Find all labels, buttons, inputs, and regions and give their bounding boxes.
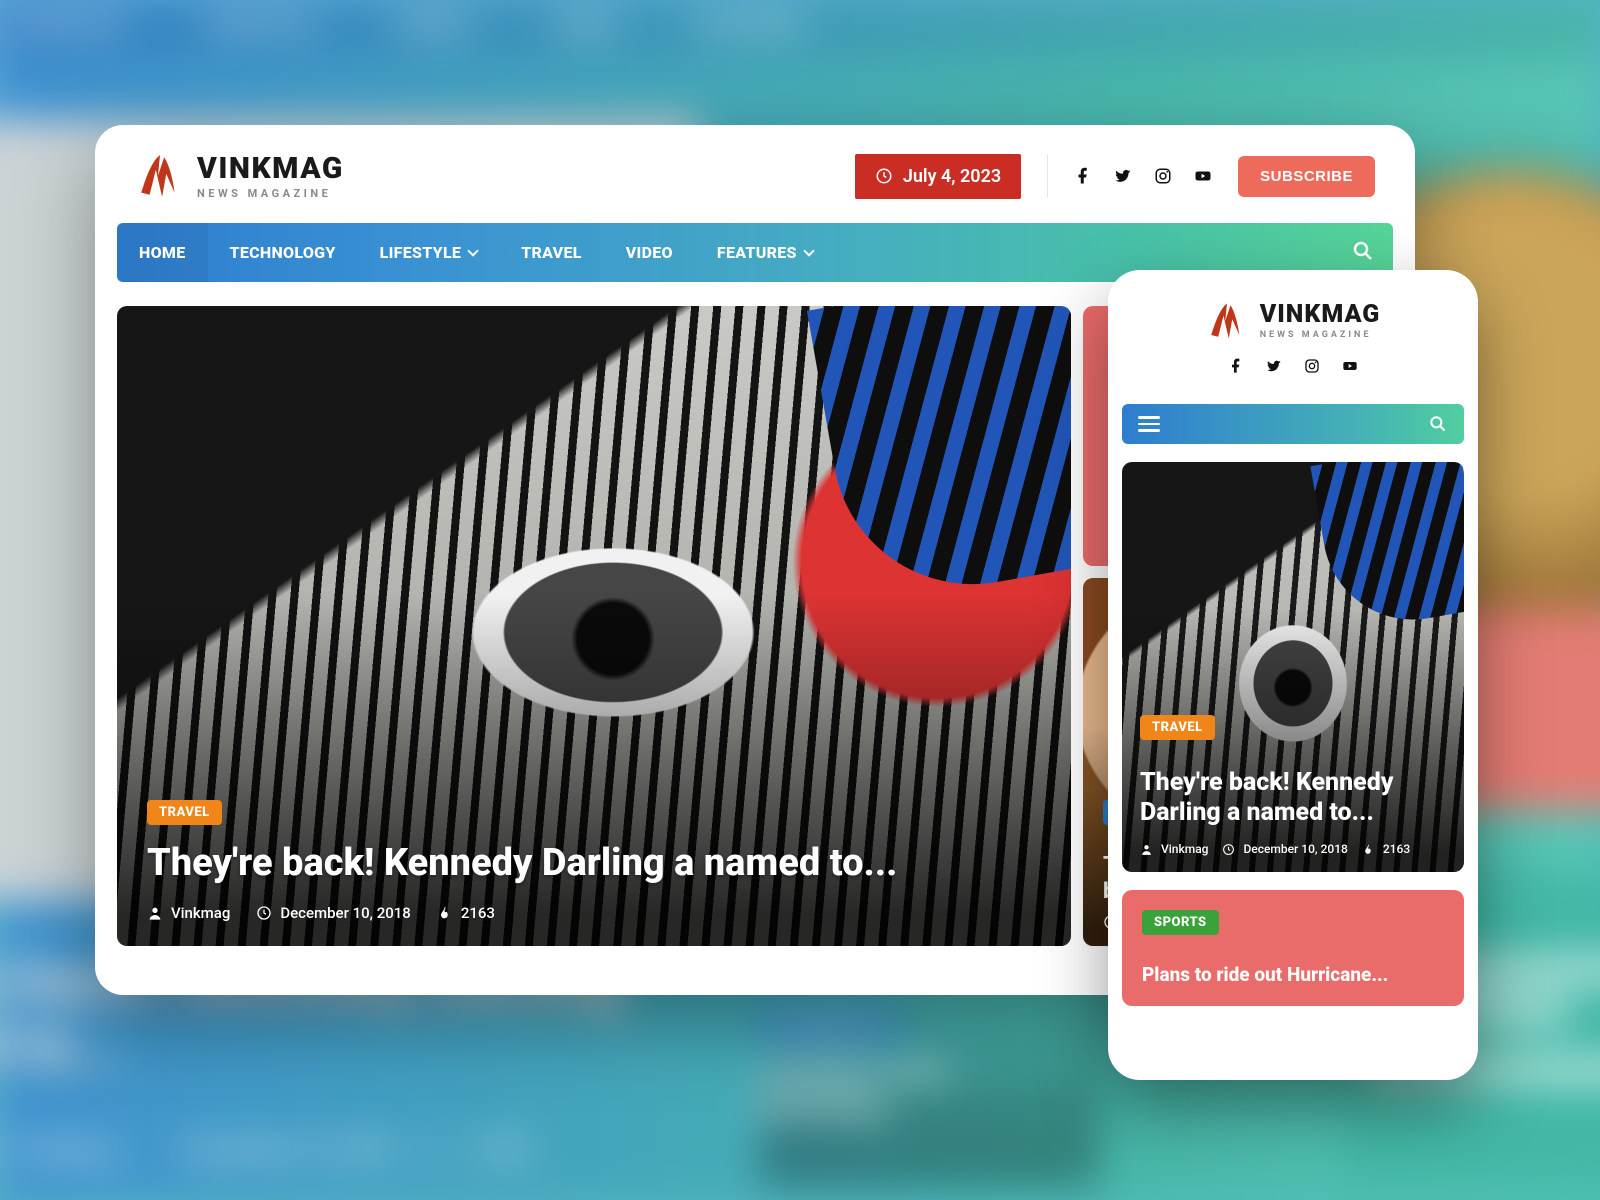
bg-nav: CHNOLOGYLIFESTYLE TRAVELVIDEO FEATURES — [0, 0, 1600, 60]
twitter-icon[interactable] — [1266, 358, 1282, 374]
user-icon — [1140, 843, 1153, 856]
brand-name: VINKMAG — [1260, 302, 1381, 327]
chevron-down-icon — [468, 245, 479, 256]
clock-icon — [875, 167, 893, 185]
divider — [1047, 155, 1048, 197]
subscribe-button[interactable]: SUBSCRIBE — [1238, 156, 1375, 197]
user-icon — [147, 905, 163, 921]
social-links — [1074, 167, 1212, 185]
bg-tech-card: TECHNOLOGY Tourism in Dubooming... — [760, 1010, 1100, 1190]
mobile-hero-meta: Vinkmag December 10, 2018 2163 — [1140, 842, 1446, 856]
hero-card[interactable]: TRAVEL They're back! Kennedy Darling a n… — [117, 306, 1071, 946]
header: VINKMAG NEWS MAGAZINE July 4, 2023 SUBSC… — [95, 125, 1415, 223]
category-tag-travel[interactable]: TRAVEL — [147, 800, 222, 825]
instagram-icon[interactable] — [1304, 358, 1320, 374]
category-tag-travel[interactable]: TRAVEL — [1140, 715, 1215, 740]
brand-name: VINKMAG — [197, 154, 344, 184]
date-badge: July 4, 2023 — [855, 154, 1021, 199]
mobile-hero-title: They're back! Kennedy Darling a named to… — [1140, 768, 1446, 828]
nav-features[interactable]: FEATURES — [695, 223, 835, 282]
clock-icon — [1222, 843, 1235, 856]
flame-icon — [1362, 843, 1375, 856]
mobile-navbar — [1122, 404, 1464, 444]
mobile-hero-card[interactable]: TRAVEL They're back! Kennedy Darling a n… — [1122, 462, 1464, 872]
search-icon — [1351, 239, 1375, 263]
mobile-social-links — [1228, 358, 1358, 374]
logo[interactable]: VINKMAG NEWS MAGAZINE — [135, 151, 344, 201]
mobile-preview: VINKMAG NEWS MAGAZINE TRAVEL They're bac… — [1108, 270, 1478, 1080]
mobile-card-title: Plans to ride out Hurricane... — [1142, 963, 1444, 986]
youtube-icon[interactable] — [1194, 167, 1212, 185]
youtube-icon[interactable] — [1342, 358, 1358, 374]
instagram-icon[interactable] — [1154, 167, 1172, 185]
nav-travel[interactable]: TRAVEL — [499, 223, 604, 282]
nav-lifestyle[interactable]: LIFESTYLE — [358, 223, 500, 282]
brand-tagline: NEWS MAGAZINE — [197, 188, 344, 199]
bg-hero-meta: ◉Vinkmag ◔December 10, 2018 ▲2163 — [0, 1135, 529, 1164]
brand-tagline: NEWS MAGAZINE — [1260, 331, 1381, 340]
mobile-logo[interactable]: VINKMAG NEWS MAGAZINE — [1206, 300, 1381, 342]
date-text: July 4, 2023 — [903, 166, 1001, 187]
category-tag-sports[interactable]: SPORTS — [1142, 910, 1219, 935]
nav-search-button[interactable] — [1351, 239, 1375, 267]
hero-meta: Vinkmag December 10, 2018 2163 — [147, 904, 1041, 922]
nav-technology[interactable]: TECHNOLOGY — [208, 223, 358, 282]
chevron-down-icon — [803, 245, 814, 256]
facebook-icon[interactable] — [1074, 167, 1092, 185]
flame-icon — [437, 905, 453, 921]
twitter-icon[interactable] — [1114, 167, 1132, 185]
facebook-icon[interactable] — [1228, 358, 1244, 374]
nav-home[interactable]: HOME — [117, 223, 208, 282]
hero-title: They're back! Kennedy Darling a named to… — [147, 841, 1041, 886]
clock-icon — [256, 905, 272, 921]
search-icon[interactable] — [1428, 414, 1448, 434]
hamburger-menu-icon[interactable] — [1138, 416, 1160, 432]
nav-video[interactable]: VIDEO — [604, 223, 695, 282]
mobile-card-sports[interactable]: SPORTS Plans to ride out Hurricane... — [1122, 890, 1464, 1006]
mobile-header: VINKMAG NEWS MAGAZINE — [1108, 270, 1478, 388]
